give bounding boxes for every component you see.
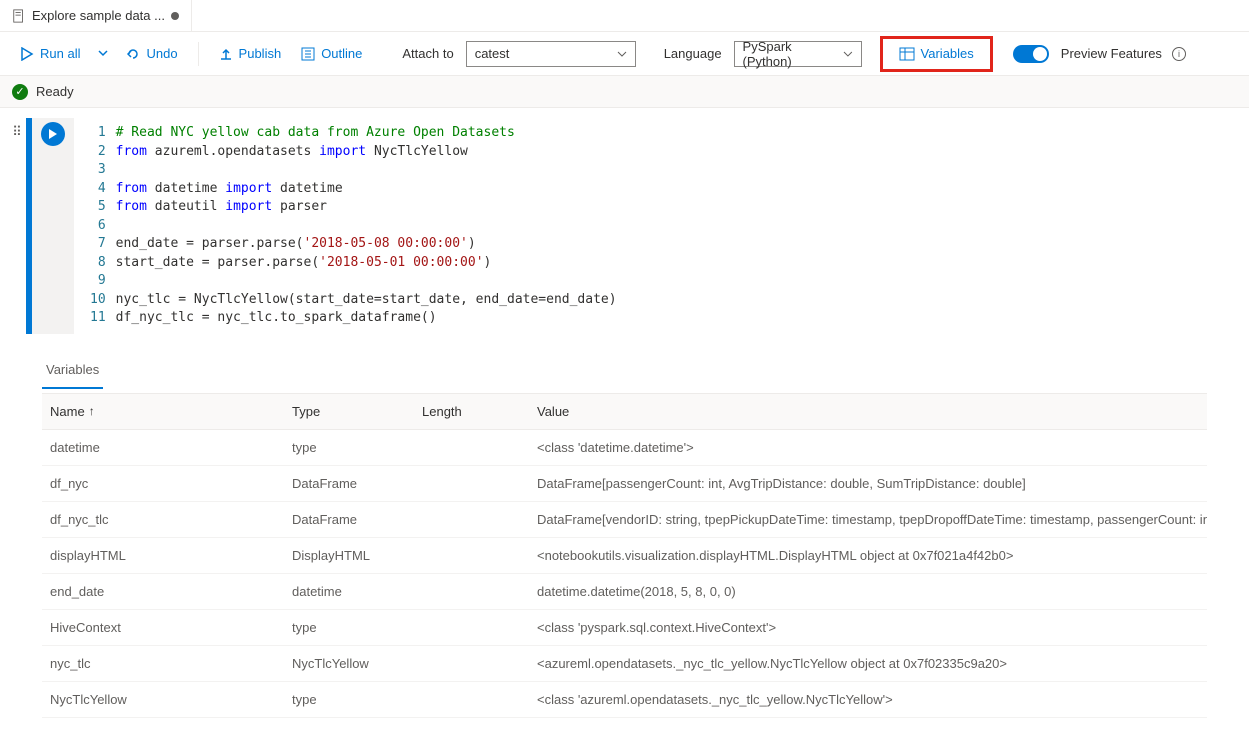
cell-drag-handle[interactable]: ⠿ [8, 118, 26, 334]
cell-gutter [32, 118, 74, 334]
var-name: HiveContext [42, 610, 284, 645]
var-value: <class 'datetime.datetime'> [529, 430, 1207, 465]
table-row[interactable]: df_nyc DataFrame DataFrame[passengerCoun… [42, 466, 1207, 502]
preview-features-toggle[interactable] [1013, 45, 1049, 63]
attach-to-label: Attach to [402, 46, 453, 61]
var-name: end_date [42, 574, 284, 609]
var-value: DataFrame[vendorID: string, tpepPickupDa… [529, 502, 1207, 537]
status-check-icon: ✓ [12, 84, 28, 100]
sort-ascending-icon: ↑ [89, 404, 95, 418]
var-length [414, 574, 529, 609]
var-type: DisplayHTML [284, 538, 414, 573]
variables-button-highlight: Variables [880, 36, 993, 72]
var-name: datetime [42, 430, 284, 465]
column-header-length[interactable]: Length [414, 394, 529, 429]
variables-button[interactable]: Variables [891, 42, 982, 65]
variables-panel: Variables Name ↑ Type Length Value datet… [0, 344, 1249, 718]
var-length [414, 430, 529, 465]
table-row[interactable]: HiveContext type <class 'pyspark.sql.con… [42, 610, 1207, 646]
var-type: DataFrame [284, 466, 414, 501]
var-type: type [284, 682, 414, 717]
table-row[interactable]: datetime type <class 'datetime.datetime'… [42, 430, 1207, 466]
toggle-knob [1033, 47, 1047, 61]
var-length [414, 646, 529, 681]
var-value: <azureml.opendatasets._nyc_tlc_yellow.Ny… [529, 646, 1207, 681]
publish-icon [219, 47, 233, 61]
var-length [414, 502, 529, 537]
attach-to-select[interactable]: catest [466, 41, 636, 67]
language-select[interactable]: PySpark (Python) [734, 41, 862, 67]
var-length [414, 682, 529, 717]
chevron-down-icon [98, 48, 108, 58]
divider [198, 42, 199, 66]
var-length [414, 466, 529, 501]
unsaved-dot-icon [171, 12, 179, 20]
play-icon [48, 129, 58, 139]
outline-button[interactable]: Outline [293, 42, 370, 65]
notebook-icon [12, 9, 26, 23]
var-type: type [284, 430, 414, 465]
var-name: df_nyc_tlc [42, 502, 284, 537]
column-header-value[interactable]: Value [529, 394, 1207, 429]
var-type: NycTlcYellow [284, 646, 414, 681]
column-header-name[interactable]: Name ↑ [42, 394, 284, 429]
var-length [414, 610, 529, 645]
variables-icon [899, 47, 915, 61]
var-name: df_nyc [42, 466, 284, 501]
language-label: Language [664, 46, 722, 61]
status-bar: ✓ Ready [0, 76, 1249, 108]
variables-table-header: Name ↑ Type Length Value [42, 393, 1207, 430]
var-value: <class 'pyspark.sql.context.HiveContext'… [529, 610, 1207, 645]
var-name: NycTlcYellow [42, 682, 284, 717]
var-type: type [284, 610, 414, 645]
chevron-down-icon [617, 49, 627, 59]
var-type: DataFrame [284, 502, 414, 537]
code-cell: ⠿ 1234567891011 # Read NYC yellow cab da… [0, 108, 1249, 344]
run-cell-button[interactable] [41, 122, 65, 146]
info-icon[interactable]: i [1172, 47, 1186, 61]
tab-bar: Explore sample data ... [0, 0, 1249, 32]
code-editor[interactable]: # Read NYC yellow cab data from Azure Op… [116, 118, 1249, 334]
column-header-type[interactable]: Type [284, 394, 414, 429]
var-name: displayHTML [42, 538, 284, 573]
play-icon [20, 47, 34, 61]
var-value: <notebookutils.visualization.displayHTML… [529, 538, 1207, 573]
table-row[interactable]: displayHTML DisplayHTML <notebookutils.v… [42, 538, 1207, 574]
run-all-dropdown[interactable] [92, 42, 114, 65]
var-name: nyc_tlc [42, 646, 284, 681]
run-all-button[interactable]: Run all [12, 42, 88, 65]
publish-button[interactable]: Publish [211, 42, 290, 65]
notebook-tab[interactable]: Explore sample data ... [0, 0, 192, 32]
table-row[interactable]: end_date datetime datetime.datetime(2018… [42, 574, 1207, 610]
table-row[interactable]: df_nyc_tlc DataFrame DataFrame[vendorID:… [42, 502, 1207, 538]
variables-tab[interactable]: Variables [42, 354, 103, 389]
preview-features-label: Preview Features [1061, 46, 1162, 61]
undo-icon [126, 47, 140, 61]
line-numbers: 1234567891011 [74, 118, 116, 334]
table-row[interactable]: nyc_tlc NycTlcYellow <azureml.opendatase… [42, 646, 1207, 682]
outline-icon [301, 47, 315, 61]
undo-button[interactable]: Undo [118, 42, 185, 65]
var-type: datetime [284, 574, 414, 609]
var-value: DataFrame[passengerCount: int, AvgTripDi… [529, 466, 1207, 501]
var-value: <class 'azureml.opendatasets._nyc_tlc_ye… [529, 682, 1207, 717]
var-length [414, 538, 529, 573]
chevron-down-icon [843, 49, 853, 59]
table-row[interactable]: NycTlcYellow type <class 'azureml.openda… [42, 682, 1207, 718]
toolbar: Run all Undo Publish Outline Attach to c… [0, 32, 1249, 76]
variables-table: Name ↑ Type Length Value datetime type <… [42, 393, 1207, 718]
var-value: datetime.datetime(2018, 5, 8, 0, 0) [529, 574, 1207, 609]
tab-title: Explore sample data ... [32, 8, 165, 23]
status-text: Ready [36, 84, 74, 99]
